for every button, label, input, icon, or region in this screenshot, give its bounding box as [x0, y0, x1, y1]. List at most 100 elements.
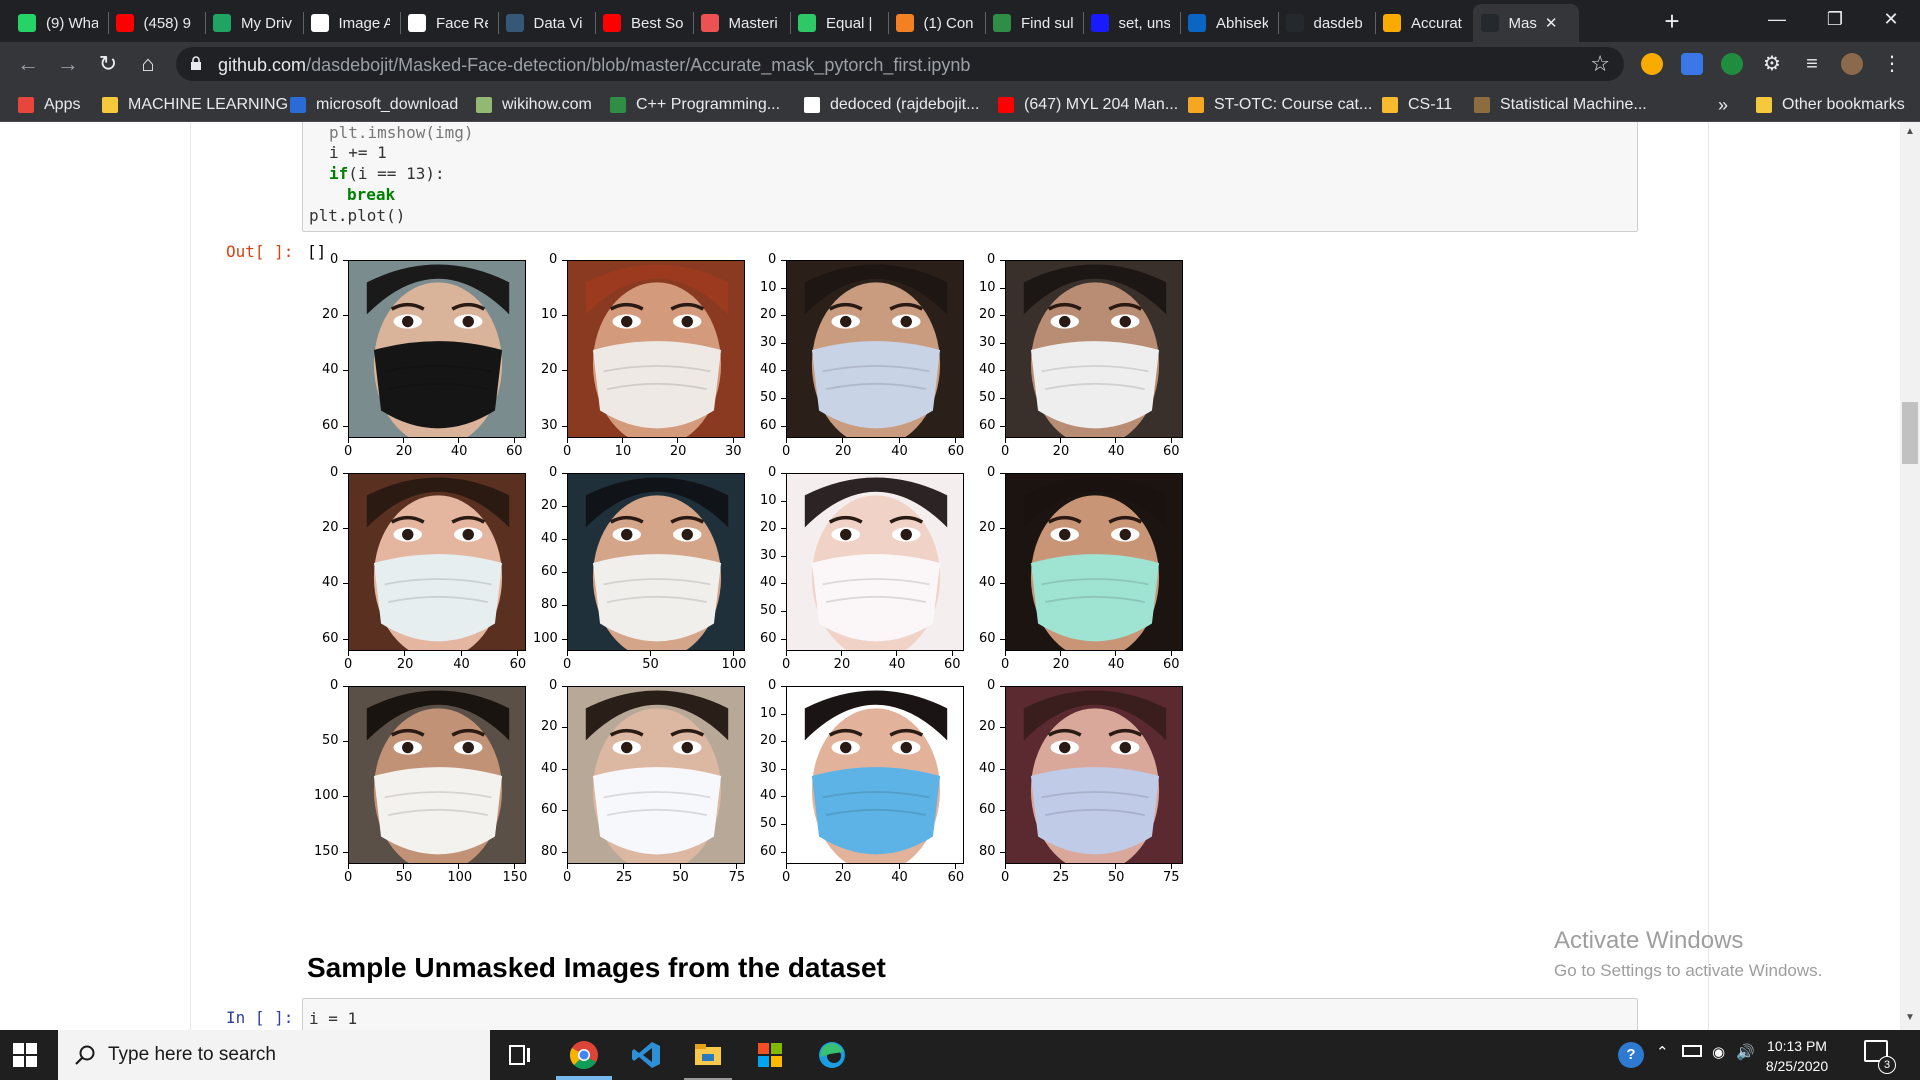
x-tick-mark: [1005, 864, 1006, 869]
x-tick-mark: [842, 438, 844, 443]
home-icon[interactable]: ⌂: [132, 48, 164, 80]
browser-tab[interactable]: My Driv: [205, 4, 301, 42]
browser-tab[interactable]: Accurat: [1375, 4, 1471, 42]
windows-taskbar: Type here to search ? ⌃ ◉ 🔊 10:13 PM 8/2…: [0, 1030, 1920, 1080]
address-bar[interactable]: github.com/dasdebojit/Masked-Face-detect…: [176, 47, 1624, 81]
clock[interactable]: 10:13 PM 8/25/2020: [1752, 1036, 1842, 1076]
browser-tab[interactable]: (458) 9: [108, 4, 204, 42]
y-tick-mark: [562, 315, 567, 317]
tab-separator: [1082, 12, 1084, 34]
more-bookmarks-chevron[interactable]: »: [1718, 94, 1728, 116]
bookmark-item[interactable]: ST-OTC: Course cat...: [1188, 94, 1372, 116]
tab-title: (9) Wha: [46, 14, 98, 32]
browser-tab[interactable]: Find sul: [985, 4, 1081, 42]
other-bookmarks[interactable]: Other bookmarks: [1756, 94, 1905, 116]
bookmark-item[interactable]: wikihow.com: [476, 94, 592, 116]
restore-button[interactable]: ❐: [1806, 0, 1864, 40]
close-tab-icon[interactable]: ✕: [1545, 14, 1558, 32]
browser-tab[interactable]: Abhisek: [1180, 4, 1276, 42]
activate-windows-watermark: Activate Windows Go to Settings to activ…: [1554, 927, 1822, 981]
tab-title: Image A: [338, 14, 391, 32]
y-tick-label: 80: [979, 843, 996, 859]
chrome-icon[interactable]: [568, 1039, 600, 1071]
y-tick-mark: [781, 583, 786, 585]
battery-icon[interactable]: [1682, 1045, 1702, 1057]
browser-tab[interactable]: Equal | I: [790, 4, 886, 42]
extension-icon-2[interactable]: [1681, 53, 1703, 75]
media-queue-icon[interactable]: ≡: [1796, 48, 1828, 80]
browser-tab[interactable]: Image A: [303, 4, 399, 42]
x-tick-mark: [951, 651, 953, 656]
scroll-down-icon[interactable]: ▼: [1903, 1012, 1917, 1026]
wifi-icon[interactable]: ◉: [1712, 1043, 1725, 1061]
x-tick-label: 60: [1163, 444, 1180, 459]
reload-icon[interactable]: ↻: [92, 48, 124, 80]
notification-count-badge: 3: [1878, 1056, 1896, 1074]
menu-kebab-icon[interactable]: ⋮: [1876, 48, 1908, 80]
new-tab-button[interactable]: +: [1656, 6, 1688, 38]
minimize-button[interactable]: —: [1748, 0, 1806, 40]
browser-tab[interactable]: Data Vi: [498, 4, 594, 42]
x-tick-mark: [1170, 438, 1172, 443]
x-tick-mark: [1005, 651, 1006, 656]
bookmark-item[interactable]: C++ Programming...: [610, 94, 780, 116]
bookmark-star-icon[interactable]: ☆: [1590, 51, 1610, 77]
extension-icon-1[interactable]: [1641, 53, 1663, 75]
scroll-thumb[interactable]: [1902, 402, 1918, 464]
x-tick-label: 0: [1001, 444, 1010, 459]
browser-tab[interactable]: dasdeb: [1278, 4, 1374, 42]
browser-tab[interactable]: Masteri: [693, 4, 789, 42]
page-scrollbar[interactable]: [1900, 122, 1920, 1030]
x-tick-mark: [955, 438, 957, 443]
browser-tab[interactable]: (1) Con: [888, 4, 984, 42]
x-tick-mark: [898, 438, 900, 443]
microsoft-store-icon[interactable]: [754, 1039, 786, 1071]
y-tick-mark: [562, 605, 567, 607]
x-tick-label: 0: [563, 657, 572, 672]
x-tick-label: 0: [1001, 870, 1010, 885]
x-tick-label: 60: [947, 444, 965, 459]
browser-tab[interactable]: (9) Wha: [10, 4, 106, 42]
x-tick-label: 75: [728, 870, 746, 885]
bookmark-item[interactable]: microsoft_download: [290, 94, 458, 116]
back-arrow-icon[interactable]: ←: [12, 48, 44, 80]
browser-tab[interactable]: Best So: [595, 4, 691, 42]
bookmark-item[interactable]: Statistical Machine...: [1474, 94, 1647, 116]
y-tick-label: 60: [979, 802, 996, 818]
bookmark-item[interactable]: CS-11: [1382, 94, 1452, 116]
extension-icon-3[interactable]: [1721, 53, 1743, 75]
browser-tab[interactable]: set, uns: [1083, 4, 1179, 42]
code-cell[interactable]: plt.imshow(img) i += 1 if(i == 13): brea…: [302, 122, 1638, 232]
taskbar-search-box[interactable]: Type here to search: [58, 1030, 490, 1080]
file-explorer-icon[interactable]: [692, 1039, 724, 1071]
dot-icon: [1090, 14, 1109, 32]
bookmark-item[interactable]: (647) MYL 204 Man...: [998, 94, 1178, 116]
lock-icon: [191, 56, 201, 70]
show-hidden-icons-chevron-icon[interactable]: ⌃: [1656, 1043, 1669, 1061]
forward-arrow-icon[interactable]: →: [52, 48, 84, 80]
bookmark-item[interactable]: MACHINE LEARNING: [102, 94, 288, 116]
task-view-icon[interactable]: [504, 1039, 536, 1071]
y-tick-label: 20: [760, 520, 777, 536]
windows-start-icon[interactable]: [12, 1042, 38, 1068]
edge-icon[interactable]: [816, 1039, 848, 1071]
browser-tab[interactable]: Face Re: [400, 4, 496, 42]
help-icon[interactable]: ?: [1618, 1042, 1644, 1068]
bookmark-item[interactable]: dedoced (rajdebojit...: [804, 94, 979, 116]
puzzle-extensions-icon[interactable]: ⚙: [1756, 48, 1788, 80]
y-tick-mark: [1000, 583, 1005, 585]
browser-tab[interactable]: Mas ✕: [1472, 4, 1579, 42]
clock-time: 10:13 PM: [1767, 1038, 1827, 1054]
x-tick-label: 40: [891, 870, 908, 885]
tab-separator: [1180, 12, 1181, 34]
close-window-button[interactable]: ✕: [1862, 0, 1920, 40]
vscode-icon[interactable]: [630, 1039, 662, 1071]
bookmark-item[interactable]: Apps: [18, 94, 80, 116]
scroll-up-icon[interactable]: ▲: [1903, 126, 1917, 140]
x-tick-label: 20: [833, 657, 851, 672]
code-cell-next[interactable]: i = 1: [302, 998, 1638, 1030]
y-tick-label: 40: [760, 575, 777, 591]
avatar[interactable]: [1841, 53, 1863, 75]
tab-title: Mas: [1508, 14, 1537, 32]
x-tick-label: 20: [395, 444, 413, 459]
